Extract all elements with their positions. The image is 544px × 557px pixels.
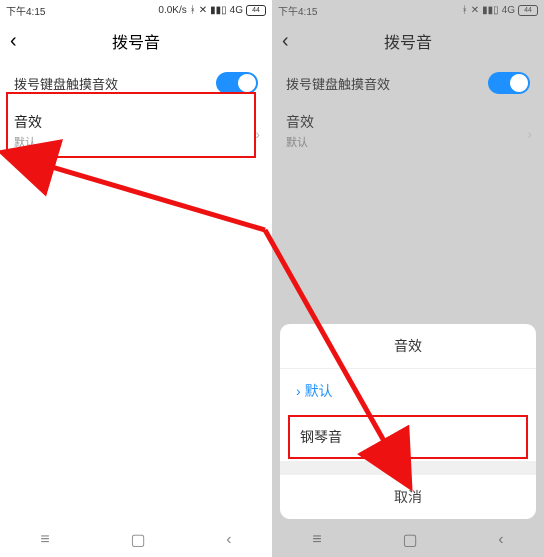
- setting-title: 音效: [14, 112, 258, 132]
- status-time: 下午4:15: [278, 3, 317, 18]
- page-title: 拨号音: [112, 29, 160, 53]
- status-bar: 下午4:15 0.0K/s ᚼ ✕ ▮▮▯ 4G 44: [0, 0, 272, 20]
- battery-icon: 44: [246, 5, 266, 16]
- nav-recents-icon[interactable]: ≡: [312, 531, 321, 549]
- sheet-divider: [280, 461, 536, 475]
- sheet-option-default[interactable]: 默认: [280, 369, 536, 413]
- sound-effect-setting[interactable]: 音效 默认 ›: [0, 104, 272, 164]
- back-icon[interactable]: ‹: [282, 31, 289, 51]
- battery-icon: 44: [518, 5, 538, 16]
- nav-back-icon[interactable]: ‹: [226, 531, 231, 549]
- toggle-switch[interactable]: [488, 72, 530, 94]
- toggle-label: 拨号键盘触摸音效: [14, 74, 118, 93]
- nav-home-icon[interactable]: ▢: [402, 530, 417, 550]
- toggle-label: 拨号键盘触摸音效: [286, 74, 390, 93]
- sound-effect-sheet: 音效 默认 钢琴音 取消: [280, 324, 536, 519]
- sheet-title: 音效: [280, 324, 536, 369]
- sound-effect-setting[interactable]: 音效 默认 ›: [272, 104, 544, 164]
- sheet-option-piano[interactable]: 钢琴音: [288, 415, 528, 459]
- toggle-row[interactable]: 拨号键盘触摸音效: [0, 62, 272, 104]
- toggle-switch[interactable]: [216, 72, 258, 94]
- status-bar: 下午4:15 ᚼ ✕ ▮▮▯ 4G 44: [272, 0, 544, 20]
- setting-subtitle: 默认: [286, 134, 530, 150]
- back-icon[interactable]: ‹: [10, 31, 17, 51]
- nav-bar: ≡ ▢ ‹: [272, 523, 544, 557]
- network-label: 4G: [230, 5, 243, 16]
- page-title: 拨号音: [384, 29, 432, 53]
- chevron-right-icon: ›: [255, 126, 260, 142]
- status-speed: 0.0K/s: [158, 5, 186, 16]
- bluetooth-icon: ᚼ: [190, 5, 196, 16]
- mute-icon: ✕: [199, 5, 207, 16]
- nav-bar: ≡ ▢ ‹: [0, 523, 272, 557]
- nav-recents-icon[interactable]: ≡: [40, 531, 49, 549]
- sheet-cancel[interactable]: 取消: [280, 475, 536, 519]
- status-time: 下午4:15: [6, 3, 45, 18]
- setting-subtitle: 默认: [14, 134, 258, 150]
- title-bar: ‹ 拨号音: [272, 20, 544, 62]
- nav-home-icon[interactable]: ▢: [130, 530, 145, 550]
- signal-icon: ▮▮▯: [210, 5, 227, 16]
- title-bar: ‹ 拨号音: [0, 20, 272, 62]
- chevron-right-icon: ›: [527, 126, 532, 142]
- signal-icon: ▮▮▯: [482, 5, 499, 16]
- bluetooth-icon: ᚼ: [462, 5, 468, 16]
- setting-title: 音效: [286, 112, 530, 132]
- toggle-row[interactable]: 拨号键盘触摸音效: [272, 62, 544, 104]
- mute-icon: ✕: [471, 5, 479, 16]
- nav-back-icon[interactable]: ‹: [498, 531, 503, 549]
- network-label: 4G: [502, 5, 515, 16]
